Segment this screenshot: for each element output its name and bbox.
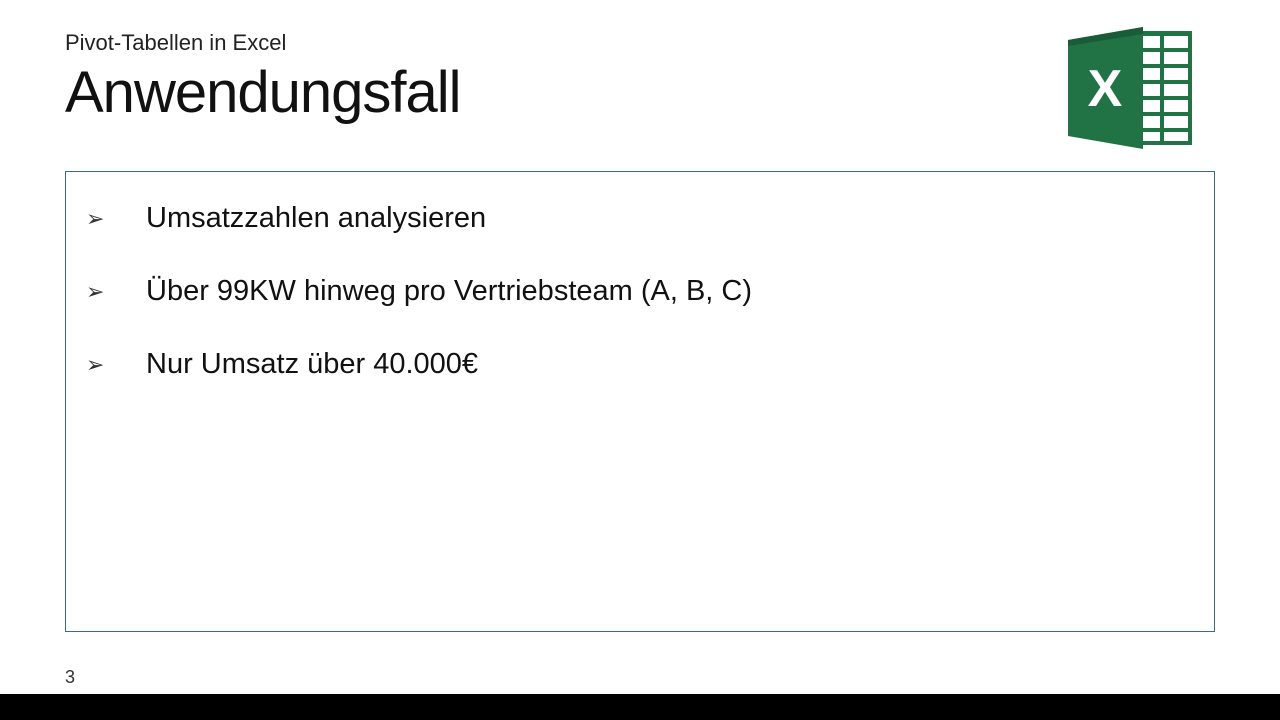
slide-subtitle: Pivot-Tabellen in Excel bbox=[65, 30, 1215, 56]
bullet-marker-icon: ➢ bbox=[86, 206, 146, 232]
bullet-list: ➢ Umsatzzahlen analysieren ➢ Über 99KW h… bbox=[86, 202, 1194, 381]
list-item: ➢ Umsatzzahlen analysieren bbox=[86, 202, 1194, 235]
slide: Pivot-Tabellen in Excel Anwendungsfall bbox=[0, 0, 1280, 690]
content-box: ➢ Umsatzzahlen analysieren ➢ Über 99KW h… bbox=[65, 171, 1215, 632]
bottom-bar bbox=[0, 694, 1280, 720]
page-number: 3 bbox=[65, 667, 75, 688]
bullet-marker-icon: ➢ bbox=[86, 352, 146, 378]
excel-icon: X bbox=[1063, 24, 1198, 157]
bullet-text: Umsatzzahlen analysieren bbox=[146, 202, 486, 235]
list-item: ➢ Nur Umsatz über 40.000€ bbox=[86, 348, 1194, 381]
svg-text:X: X bbox=[1088, 60, 1123, 118]
bullet-text: Nur Umsatz über 40.000€ bbox=[146, 348, 478, 381]
bullet-marker-icon: ➢ bbox=[86, 279, 146, 305]
slide-title: Anwendungsfall bbox=[65, 61, 1215, 125]
list-item: ➢ Über 99KW hinweg pro Vertriebsteam (A,… bbox=[86, 275, 1194, 308]
bullet-text: Über 99KW hinweg pro Vertriebsteam (A, B… bbox=[146, 275, 752, 308]
